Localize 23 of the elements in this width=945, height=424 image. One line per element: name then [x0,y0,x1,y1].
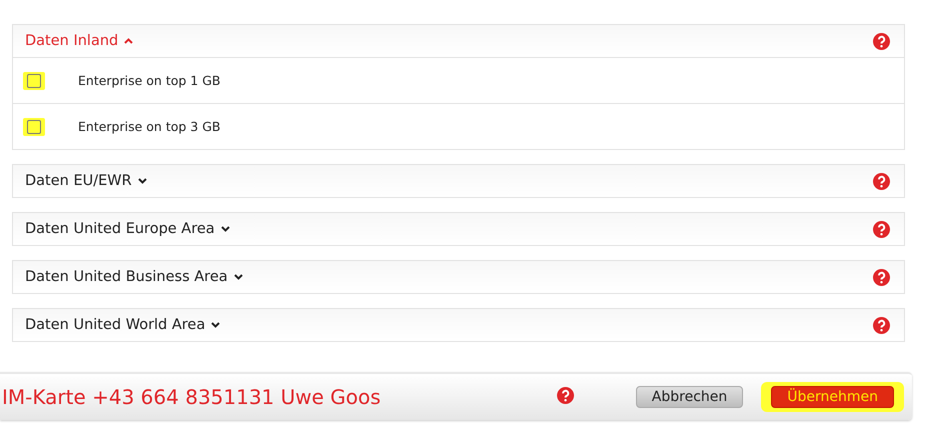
caret-icon [234,274,243,280]
section-header[interactable]: Daten United Europe Area [25,221,230,237]
help-icon[interactable] [873,316,890,334]
help-icon[interactable] [556,386,574,404]
checkbox[interactable] [23,118,45,136]
section-header[interactable]: Daten EU/EWR [25,173,147,189]
help-icon[interactable] [873,172,890,190]
caret-icon [124,38,134,44]
checkbox[interactable] [23,72,45,90]
option-label: Enterprise on top 3 GB [78,119,220,134]
section-header[interactable]: Daten United World Area [25,317,220,333]
caret-icon [138,178,147,184]
help-icon[interactable] [873,268,890,286]
section-header[interactable]: Daten United Business Area [25,269,243,285]
help-icon[interactable] [873,220,890,238]
apply-button[interactable]: Übernehmen [771,386,894,408]
option-label: Enterprise on top 1 GB [78,73,220,88]
cancel-button[interactable]: Abbrechen [636,386,744,408]
section-header[interactable]: Daten Inland [25,33,134,49]
sim-card-title: IM-Karte +43 664 8351131 Uwe Goos [2,385,382,409]
caret-icon [211,322,220,328]
help-icon[interactable] [873,32,890,50]
caret-icon [220,226,230,232]
